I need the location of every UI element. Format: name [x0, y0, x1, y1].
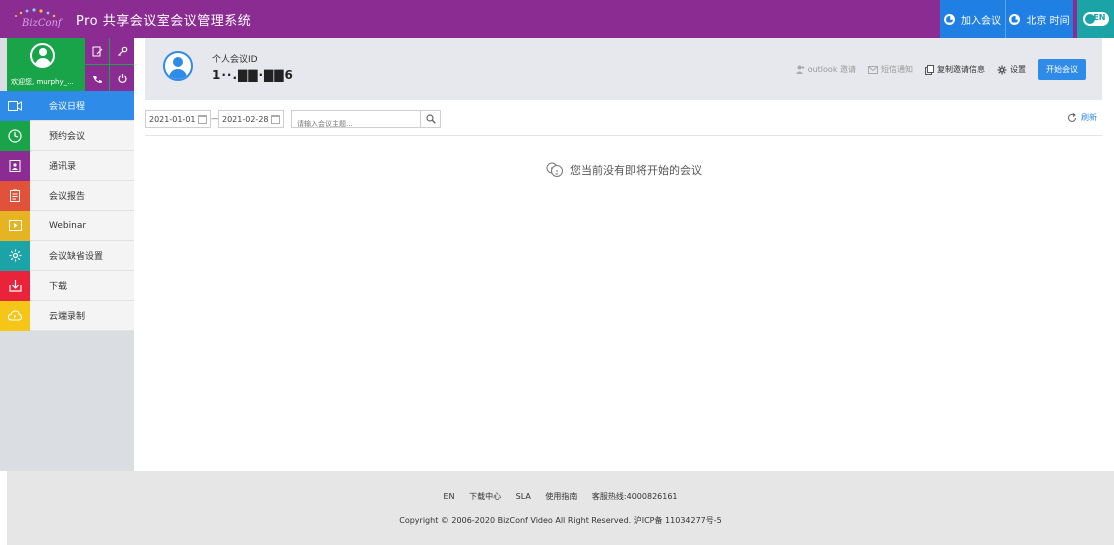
webinar-icon — [0, 210, 30, 241]
empty-message: 您当前没有即将开始的会议 — [570, 164, 702, 177]
key-icon[interactable] — [110, 38, 134, 64]
sidebar-item-schedule-meeting[interactable]: 预约会议 — [0, 120, 134, 151]
camera-icon — [0, 90, 30, 121]
gear-icon — [0, 240, 30, 271]
power-icon[interactable] — [110, 65, 134, 91]
language-toggle[interactable]: EN — [1077, 0, 1114, 38]
clock-icon — [0, 120, 30, 151]
gear-icon — [997, 65, 1007, 74]
mail-icon — [868, 65, 878, 74]
footer-link-download-center[interactable]: 下载中心 — [469, 492, 501, 501]
timezone-button[interactable]: 北京 时间 — [1005, 0, 1073, 38]
meeting-id-value: 1··.▇▇·▇▇6 — [212, 68, 294, 82]
sidebar-item-download[interactable]: 下载 — [0, 270, 134, 301]
end-date-value: 2021-02-28 — [222, 114, 269, 124]
refresh-button[interactable]: 刷新 — [1067, 112, 1097, 123]
footer-link-user-guide[interactable]: 使用指南 — [545, 492, 577, 501]
sidebar-item-meeting-report[interactable]: 会议报告 — [0, 180, 134, 211]
outlook-invite-button[interactable]: outlook 邀请 — [795, 64, 856, 75]
bizconf-logo[interactable]: BizConf — [10, 4, 66, 34]
sidebar-item-meeting-schedule[interactable]: 会议日程 — [0, 90, 134, 121]
cloud-icon — [0, 300, 30, 331]
main-content: 个人会议ID 1··.▇▇·▇▇6 outlook 邀请 短信通知 复制邀请信息… — [134, 38, 1114, 471]
start-date-value: 2021-01-01 — [149, 114, 196, 124]
join-meeting-label: 加入会议 — [961, 15, 1001, 27]
clock-icon — [1009, 13, 1021, 25]
sidebar-item-contacts[interactable]: 通讯录 — [0, 150, 134, 181]
refresh-label: 刷新 — [1081, 113, 1097, 122]
footer-hotline: 客服热线:4000826161 — [591, 492, 678, 501]
sidebar-item-label: 云端录制 — [49, 312, 86, 322]
logo-text: BizConf — [22, 18, 62, 29]
sidebar-item-label: 会议报告 — [49, 192, 86, 202]
empty-state: 您当前没有即将开始的会议 — [134, 162, 1114, 178]
copy-icon — [925, 64, 934, 75]
sidebar-menu: 会议日程 预约会议 通讯录 会议报告 Webinar 会议缺省设置 下载 云端录… — [0, 90, 134, 331]
user-avatar-icon — [163, 51, 193, 81]
sms-notify-label: 短信通知 — [881, 65, 913, 74]
calendar-icon — [271, 115, 280, 124]
avatar[interactable] — [30, 43, 55, 68]
outlook-invite-label: outlook 邀请 — [807, 65, 856, 74]
end-date-picker[interactable]: 2021-02-28 — [218, 110, 284, 128]
sidebar-item-label: 会议日程 — [49, 102, 86, 112]
footer-link-sla[interactable]: SLA — [516, 492, 531, 501]
footer-links: EN 下载中心 SLA 使用指南 客服热线:4000826161 — [7, 491, 1114, 502]
sms-notify-button[interactable]: 短信通知 — [868, 64, 913, 75]
copyright: Copyright © 2006-2020 BizConf Video All … — [399, 516, 722, 525]
meeting-id-label: 个人会议ID — [212, 55, 258, 65]
support-icon[interactable] — [85, 65, 109, 91]
user-card: 欢迎您, murphy_... — [7, 38, 134, 91]
start-meeting-button[interactable]: 开始会议 — [1038, 59, 1086, 80]
meeting-actions: outlook 邀请 短信通知 复制邀请信息 设置 开始会议 — [795, 59, 1086, 80]
sidebar-item-default-settings[interactable]: 会议缺省设置 — [0, 240, 134, 271]
contacts-icon — [0, 150, 30, 181]
top-bar: BizConf Pro 共享会议室会议管理系统 加入会议 北京 时间 EN — [0, 0, 1114, 38]
start-date-picker[interactable]: 2021-01-01 — [145, 110, 211, 128]
sidebar-item-label: 下载 — [49, 282, 68, 292]
sidebar-item-label: 通讯录 — [49, 162, 77, 172]
search-input[interactable] — [292, 116, 412, 132]
refresh-icon — [1067, 112, 1077, 122]
person-add-icon — [795, 65, 805, 74]
user-quick-actions — [85, 38, 134, 91]
footer: EN 下载中心 SLA 使用指南 客服热线:4000826161 Copyrig… — [7, 471, 1114, 545]
copy-invite-button[interactable]: 复制邀请信息 — [925, 64, 985, 75]
sidebar-item-label: 会议缺省设置 — [49, 252, 104, 262]
download-icon — [0, 270, 30, 301]
filter-bar: 2021-01-01 — 2021-02-28 刷新 — [145, 108, 1102, 136]
app-title: Pro 共享会议室会议管理系统 — [76, 14, 252, 29]
meeting-search — [291, 110, 441, 132]
report-icon — [0, 180, 30, 211]
toggle-switch-icon: EN — [1082, 12, 1109, 26]
join-meeting-button[interactable]: 加入会议 — [940, 0, 1005, 38]
settings-button[interactable]: 设置 — [997, 64, 1026, 75]
settings-label: 设置 — [1010, 65, 1026, 74]
language-label: EN — [1093, 13, 1106, 22]
welcome-text[interactable]: 欢迎您, murphy_... — [11, 77, 74, 87]
copy-invite-label: 复制邀请信息 — [937, 65, 985, 74]
calendar-icon — [198, 115, 207, 124]
join-icon — [944, 13, 955, 25]
empty-chat-icon — [546, 162, 563, 177]
sidebar-item-webinar[interactable]: Webinar — [0, 210, 134, 241]
sidebar-item-cloud-recording[interactable]: 云端录制 — [0, 300, 134, 331]
sidebar-item-label: Webinar — [49, 220, 87, 231]
footer-link-en[interactable]: EN — [443, 492, 454, 501]
edit-profile-icon[interactable] — [85, 38, 109, 64]
search-button[interactable] — [420, 111, 440, 127]
sidebar: 欢迎您, murphy_... 会议日程 预约会议 通讯录 会议报告 Webin… — [0, 38, 134, 471]
meeting-id-panel: 个人会议ID 1··.▇▇·▇▇6 outlook 邀请 短信通知 复制邀请信息… — [145, 38, 1102, 100]
search-icon — [425, 114, 436, 124]
sidebar-item-label: 预约会议 — [49, 132, 86, 142]
timezone-label: 北京 时间 — [1026, 15, 1070, 27]
date-range-separator: — — [211, 114, 220, 124]
